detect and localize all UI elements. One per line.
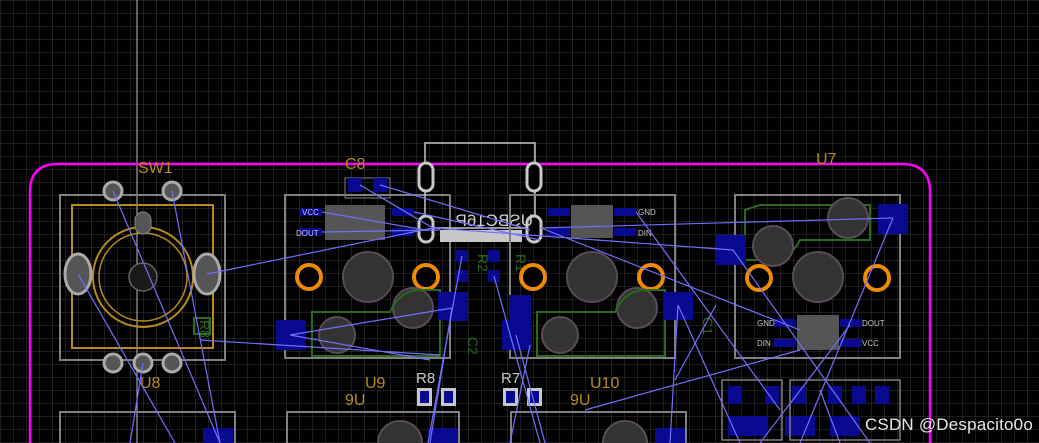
pcb-layout-canvas[interactable]: SW1 R8 C8 USBC16P R2 R1 U7 C2 C1 R8 R7 U… (0, 0, 1039, 443)
pin-label-dout-u7: DOUT (862, 319, 885, 328)
pin-label-vcc-left: VCC (302, 208, 319, 217)
u9-mirrored-designator: 9U (345, 392, 365, 409)
c2-designator: C2 (465, 337, 481, 355)
r8-designator: R8 (416, 370, 435, 387)
u10-designator: U10 (590, 375, 619, 392)
sw1-designator: SW1 (138, 160, 173, 177)
u9-designator: U9 (365, 375, 386, 392)
pin-label-gnd-u7: GND (757, 319, 775, 328)
u7-designator: U7 (816, 151, 837, 168)
pin-label-gnd-mid: GND (638, 208, 656, 217)
r7-designator: R7 (501, 370, 520, 387)
c8-designator: C8 (345, 156, 366, 173)
pin-label-dout-left: DOUT (296, 229, 319, 238)
pin-label-vcc-u7: VCC (862, 339, 879, 348)
r2-designator: R2 (475, 254, 491, 272)
u8-designator: U8 (140, 375, 161, 392)
pin-label-din-u7: DIN (757, 339, 771, 348)
u10-mirrored-designator: 9U (570, 392, 590, 409)
csdn-watermark: CSDN @Despacito0o (864, 415, 1033, 434)
